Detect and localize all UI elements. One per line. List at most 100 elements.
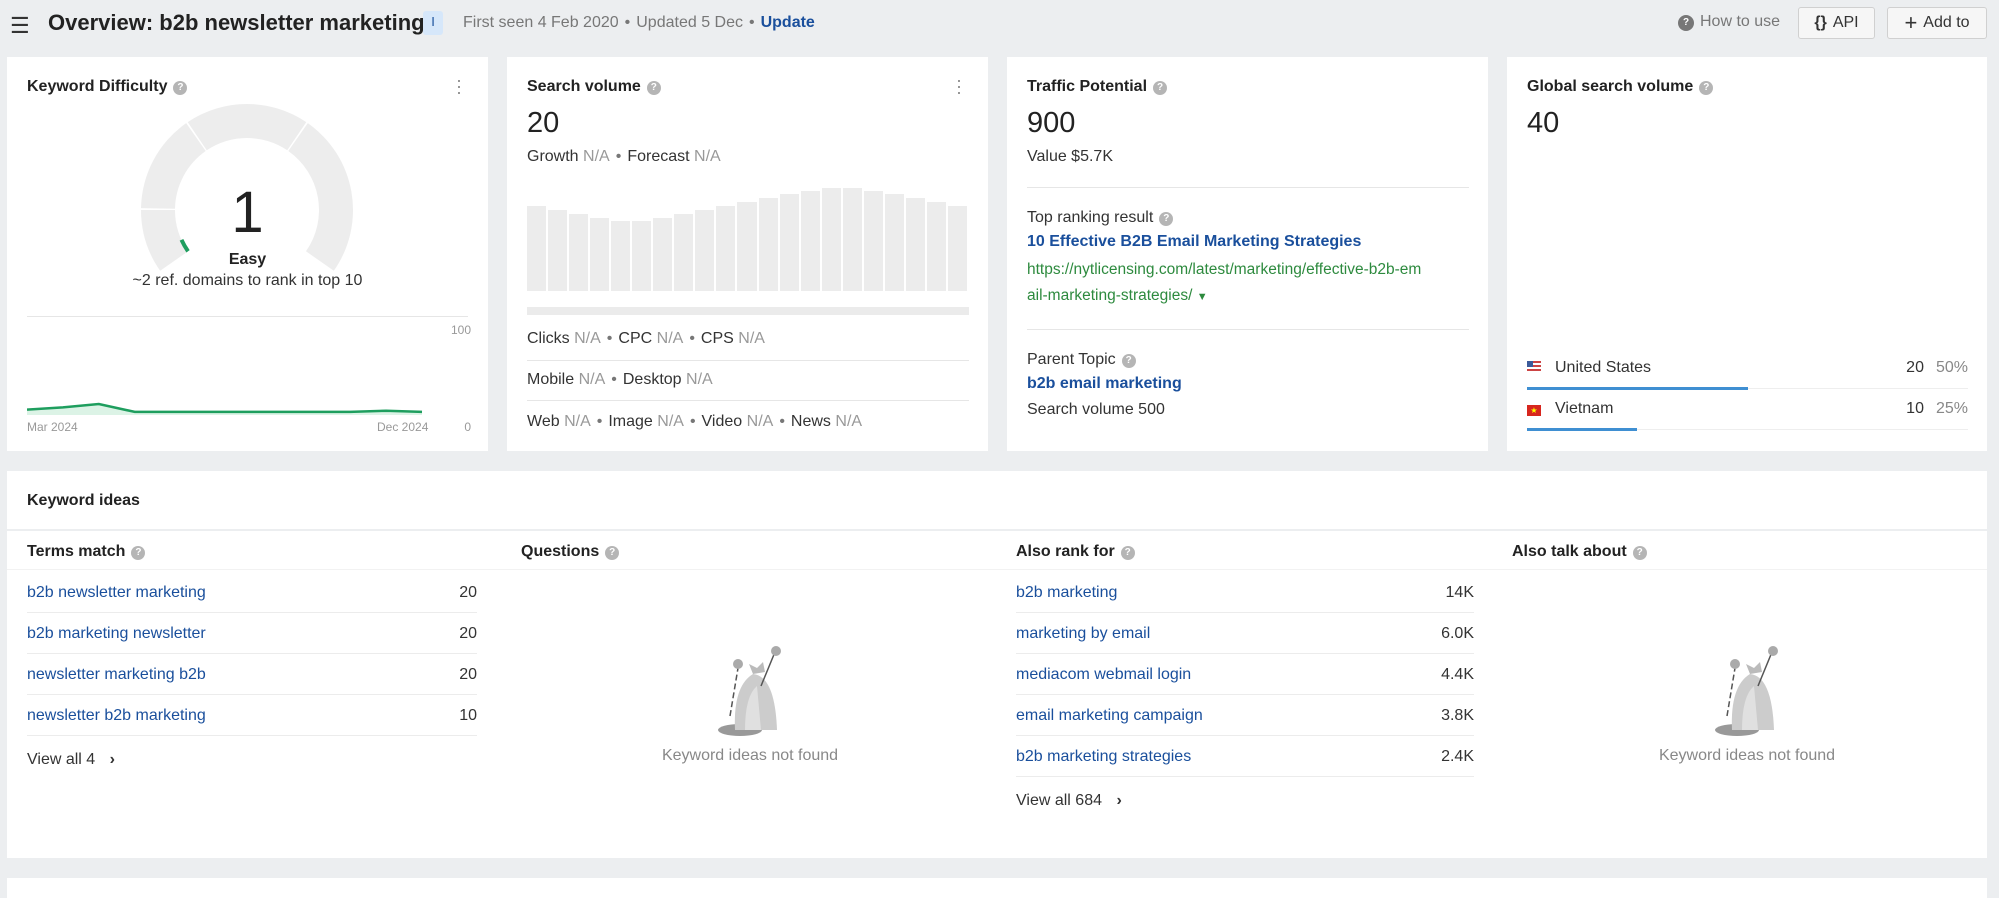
- help-icon[interactable]: ?: [1120, 546, 1135, 560]
- more-options-icon[interactable]: · · ·: [956, 71, 962, 101]
- country-share: 25%: [1935, 400, 1968, 417]
- keyword-row: b2b marketing newsletter 20: [27, 614, 477, 654]
- keyword-volume: 4.4K: [1441, 665, 1474, 683]
- help-icon[interactable]: ?: [1632, 546, 1647, 560]
- y-min-label: 0: [464, 420, 471, 434]
- keyword-link[interactable]: newsletter marketing b2b: [27, 666, 206, 684]
- parent-topic-label: Parent Topic?: [1027, 351, 1136, 369]
- questions-empty-state: Keyword ideas not found: [650, 646, 850, 765]
- share-bar: [1527, 387, 1748, 390]
- keyword-volume: 20: [459, 583, 477, 601]
- help-icon[interactable]: ?: [131, 546, 146, 560]
- keyword-row: newsletter marketing b2b 20: [27, 655, 477, 695]
- plus-icon: +: [1904, 10, 1918, 35]
- keyword-volume: 14K: [1445, 583, 1474, 601]
- parent-topic-link[interactable]: b2b email marketing: [1027, 375, 1182, 393]
- country-row[interactable]: United States 20 50%: [1527, 359, 1968, 391]
- placeholder-bar: [695, 209, 715, 291]
- divider: [527, 400, 969, 401]
- country-volume: 20: [1906, 359, 1924, 376]
- help-icon[interactable]: ?: [1121, 354, 1136, 368]
- top-ranking-url[interactable]: https://nytlicensing.com/latest/marketin…: [1027, 261, 1421, 279]
- page-title: Overview: b2b newsletter marketing: [48, 10, 425, 35]
- view-all-terms-link[interactable]: View all 4 ›: [27, 751, 115, 769]
- x-start-label: Mar 2024: [27, 420, 78, 434]
- kd-trend-chart: [27, 402, 423, 415]
- global-search-volume-card: Global search volume? 40 United States 2…: [1507, 57, 1987, 451]
- serp-type-row: Web N/A • Image N/A • Video N/A • News N/A: [527, 413, 863, 430]
- placeholder-bar: [737, 201, 757, 291]
- kd-subtitle: ~2 ref. domains to rank in top 10: [132, 272, 363, 289]
- how-to-use-link[interactable]: ? How to use: [1678, 13, 1780, 31]
- keyword-row: b2b marketing 14K: [1016, 573, 1474, 613]
- add-to-button[interactable]: + Add to: [1887, 7, 1987, 39]
- keyword-volume: 10: [459, 706, 477, 724]
- placeholder-bar: [842, 188, 862, 291]
- view-all-also-rank-link[interactable]: View all 684 ›: [1016, 792, 1122, 810]
- placeholder-bar: [569, 214, 589, 291]
- keyword-link[interactable]: b2b marketing strategies: [1016, 748, 1191, 766]
- update-link[interactable]: Update: [761, 14, 815, 31]
- add-to-label: Add to: [1923, 14, 1970, 31]
- keyword-link[interactable]: b2b newsletter marketing: [27, 584, 206, 602]
- keyword-volume: 6.0K: [1441, 624, 1474, 642]
- placeholder-bar: [800, 191, 820, 291]
- placeholder-bar: [674, 214, 694, 291]
- empty-illustration-icon: [1715, 646, 1778, 736]
- divider: [7, 569, 1987, 570]
- y-max-label: 100: [450, 323, 471, 337]
- placeholder-bar: [926, 201, 946, 291]
- caret-down-icon[interactable]: ▼: [1197, 291, 1208, 303]
- keyword-link[interactable]: email marketing campaign: [1016, 707, 1203, 725]
- sv-range-bar[interactable]: [527, 307, 969, 315]
- help-icon[interactable]: ?: [1699, 81, 1714, 95]
- empty-state-text: Keyword ideas not found: [661, 747, 839, 764]
- keyword-row: newsletter b2b marketing 10: [27, 696, 477, 736]
- api-button[interactable]: {} API: [1798, 7, 1875, 39]
- keyword-row: b2b newsletter marketing 20: [27, 573, 477, 613]
- help-icon[interactable]: ?: [1159, 212, 1174, 226]
- country-row[interactable]: ★ Vietnam 10 25%: [1527, 400, 1968, 432]
- forecast-value: N/A: [694, 148, 721, 165]
- keyword-volume: 2.4K: [1441, 747, 1474, 765]
- country-volume: 10: [1906, 400, 1924, 417]
- keyword-link[interactable]: b2b marketing newsletter: [27, 625, 206, 643]
- keyword-link[interactable]: b2b marketing: [1016, 584, 1117, 602]
- keyword-row: b2b marketing strategies 2.4K: [1016, 737, 1474, 777]
- empty-illustration-icon: [718, 646, 781, 736]
- keyword-row: mediacom webmail login 4.4K: [1016, 655, 1474, 695]
- keyword-row: email marketing campaign 3.8K: [1016, 696, 1474, 736]
- divider: [27, 316, 468, 317]
- help-icon: ?: [1678, 15, 1694, 31]
- us-flag-icon: [1527, 361, 1541, 372]
- tp-title: Traffic Potential?: [1027, 78, 1168, 96]
- placeholder-bar: [548, 209, 568, 291]
- divider: [527, 360, 969, 361]
- top-ranking-title-link[interactable]: 10 Effective B2B Email Marketing Strateg…: [1027, 233, 1361, 251]
- api-label: API: [1832, 14, 1859, 31]
- keyword-link[interactable]: mediacom webmail login: [1016, 666, 1191, 684]
- gauge-segment: [187, 104, 307, 151]
- help-icon[interactable]: ?: [605, 546, 620, 560]
- help-icon[interactable]: ?: [646, 81, 661, 95]
- keyword-ideas-card: Keyword ideas Terms match? Questions? Al…: [7, 471, 1987, 858]
- keyword-volume: 3.8K: [1441, 706, 1474, 724]
- growth-forecast: Growth N/A • Forecast N/A: [527, 148, 721, 165]
- top-ranking-url-cont[interactable]: ail-marketing-strategies/ ▼: [1027, 287, 1208, 305]
- chevron-right-icon: ›: [109, 751, 115, 768]
- keyword-link[interactable]: newsletter b2b marketing: [27, 707, 206, 725]
- tp-title-label: Traffic Potential: [1027, 78, 1148, 95]
- growth-label: Growth: [527, 148, 579, 165]
- tp-value: 900: [1027, 107, 1076, 139]
- how-to-use-label: How to use: [1700, 13, 1781, 30]
- placeholder-bar: [611, 221, 631, 291]
- keyword-link[interactable]: marketing by email: [1016, 625, 1150, 643]
- keyword-row: marketing by email 6.0K: [1016, 614, 1474, 654]
- help-icon[interactable]: ?: [1153, 81, 1168, 95]
- growth-value: N/A: [583, 148, 610, 165]
- device-row: Mobile N/A • Desktop N/A: [527, 371, 713, 388]
- menu-icon[interactable]: ☰: [10, 13, 30, 39]
- placeholder-bar: [653, 218, 673, 291]
- placeholder-bar: [632, 221, 652, 291]
- sv-title: Search volume?: [527, 78, 661, 96]
